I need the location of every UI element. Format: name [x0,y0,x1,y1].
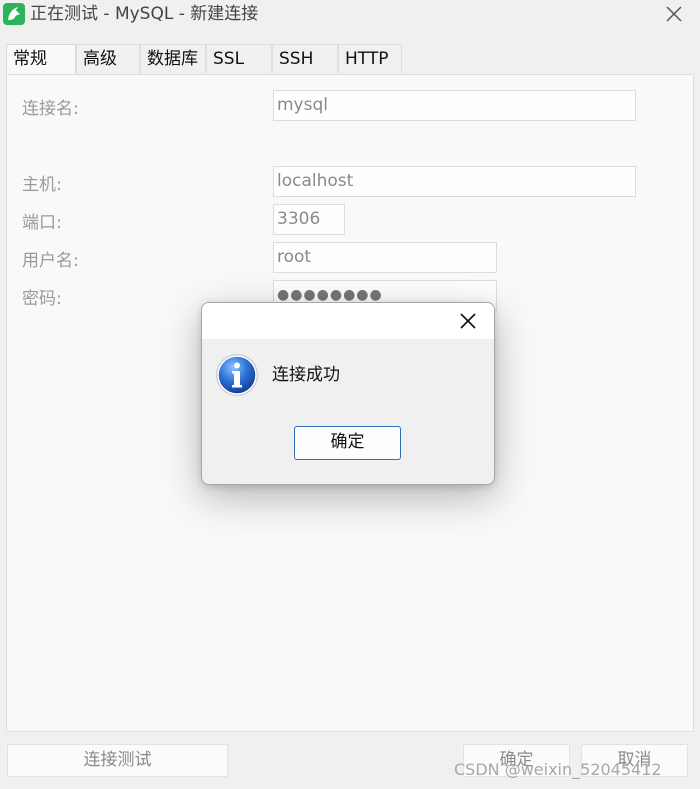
password-label: 密码: [22,289,62,309]
tab-general[interactable]: 常规 [6,44,76,75]
host-label: 主机: [22,175,62,195]
connection-success-dialog: 连接成功 确定 [201,302,495,485]
dialog-titlebar [202,303,494,339]
window-title: 正在测试 - MySQL - 新建连接 [30,4,259,24]
port-label: 端口: [22,213,62,233]
watermark-text: CSDN @weixin_52045412 [454,760,662,779]
close-icon[interactable] [663,3,685,25]
dialog-ok-button[interactable]: 确定 [294,426,401,460]
dialog-message: 连接成功 [272,365,340,385]
close-icon[interactable] [457,310,479,332]
host-input[interactable]: localhost [273,166,636,197]
navicat-dolphin-icon [3,3,25,25]
tab-http[interactable]: HTTP [338,44,402,73]
info-icon [216,354,258,396]
tab-ssh[interactable]: SSH [272,44,338,73]
tab-advanced[interactable]: 高级 [76,44,140,73]
connection-name-label: 连接名: [22,99,79,119]
tab-ssl[interactable]: SSL [206,44,272,73]
username-label: 用户名: [22,251,79,271]
window-titlebar: 正在测试 - MySQL - 新建连接 [0,0,700,30]
connection-name-input[interactable]: mysql [273,90,636,121]
tab-databases[interactable]: 数据库 [140,44,206,73]
test-connection-button[interactable]: 连接测试 [7,744,228,777]
port-input[interactable]: 3306 [273,204,345,235]
username-input[interactable]: root [273,242,497,273]
